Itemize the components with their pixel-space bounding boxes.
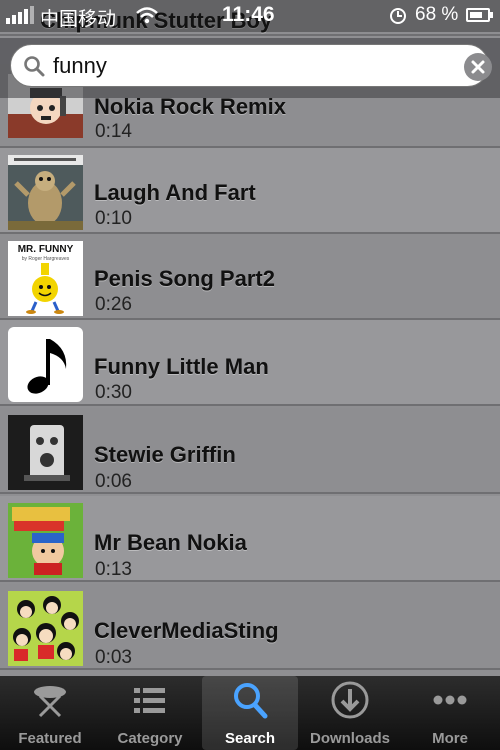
tab-featured[interactable]: Featured — [2, 676, 98, 750]
battery-tip — [490, 12, 493, 18]
result-title: Penis Song Part2 — [94, 266, 275, 291]
battery-icon — [466, 8, 490, 22]
search-icon — [24, 56, 45, 77]
thumbnail — [8, 503, 83, 578]
list-item[interactable]: MR. FUNNY by Roger Hargreaves Penis Song… — [0, 234, 500, 320]
tab-bar: Featured Category Search Downloads More — [0, 676, 500, 750]
status-bar: 中国移动 11:46 68 % — [0, 0, 500, 32]
result-title: Laugh And Fart — [94, 180, 256, 205]
tab-search[interactable]: Search — [202, 676, 298, 750]
tab-label: Downloads — [309, 730, 390, 747]
list-item[interactable]: Funny Little Man 0:30 — [0, 320, 500, 406]
result-duration: 0:14 — [95, 121, 132, 142]
battery-percent: 68 % — [415, 4, 459, 25]
clear-search-button[interactable] — [464, 53, 492, 81]
tab-label: More — [432, 730, 468, 747]
wifi-icon — [136, 7, 158, 24]
list-item[interactable]: Mr Bean Nokia 0:13 — [0, 496, 500, 582]
tab-label: Search — [224, 730, 276, 747]
tab-label: Featured — [18, 730, 82, 747]
more-icon — [433, 695, 467, 705]
result-duration: 0:10 — [95, 208, 132, 229]
thumbnail: MR. FUNNY by Roger Hargreaves — [8, 241, 83, 316]
thumbnail — [8, 415, 83, 490]
carrier-name: 中国移动 — [40, 9, 117, 30]
tab-downloads[interactable]: Downloads — [302, 676, 398, 750]
close-icon — [471, 60, 485, 74]
list-icon — [134, 688, 165, 713]
app-screen: Chipmunk Stutter Boy Nokia Rock Remix 0:… — [0, 0, 500, 750]
list-item[interactable]: Laugh And Fart 0:10 — [0, 148, 500, 234]
thumbnail — [8, 155, 83, 230]
thumbnail — [8, 591, 83, 666]
result-duration: 0:26 — [95, 294, 132, 315]
clock-time: 11:46 — [222, 3, 275, 26]
result-duration: 0:06 — [95, 471, 132, 492]
search-bar — [0, 38, 500, 98]
result-title: CleverMediaSting — [94, 618, 279, 643]
result-duration: 0:30 — [95, 382, 132, 403]
result-title: Mr Bean Nokia — [94, 530, 247, 555]
search-input[interactable] — [51, 50, 445, 82]
tab-category[interactable]: Category — [102, 676, 198, 750]
music-note-icon — [8, 327, 83, 402]
featured-icon — [34, 686, 66, 718]
search-icon — [234, 683, 268, 719]
signal-strength-icon — [6, 6, 38, 24]
orientation-lock-icon — [390, 8, 406, 24]
result-duration: 0:03 — [95, 647, 132, 668]
download-icon — [331, 681, 369, 719]
tab-more[interactable]: More — [402, 676, 498, 750]
result-title: Funny Little Man — [94, 354, 269, 379]
list-item[interactable]: Stewie Griffin 0:06 — [0, 408, 500, 494]
search-field[interactable] — [10, 44, 492, 87]
result-title: Stewie Griffin — [94, 442, 236, 467]
tab-label: Category — [117, 730, 183, 747]
results-list[interactable]: Chipmunk Stutter Boy Nokia Rock Remix 0:… — [0, 0, 500, 676]
result-duration: 0:13 — [95, 559, 132, 580]
list-item[interactable]: CleverMediaSting 0:03 — [0, 584, 500, 670]
